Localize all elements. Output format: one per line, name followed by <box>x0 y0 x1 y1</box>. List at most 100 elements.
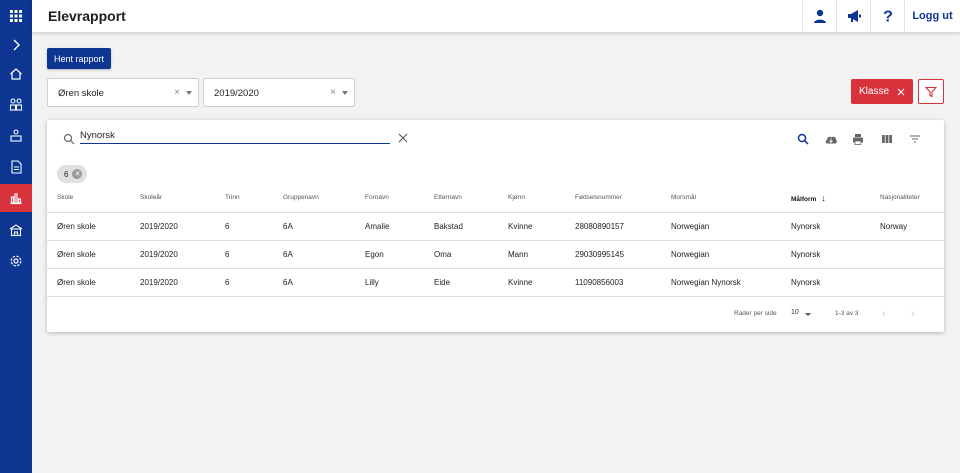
sidebar <box>0 0 32 473</box>
column-header[interactable]: Kjønn <box>498 184 565 213</box>
student-icon[interactable] <box>0 121 32 149</box>
help-icon: ? <box>883 9 893 25</box>
help-button[interactable]: ? <box>870 0 904 32</box>
chart-icon[interactable] <box>0 184 32 212</box>
cell-last-name: Oma <box>424 240 498 269</box>
search-icon <box>63 133 75 145</box>
chevron-down-icon[interactable] <box>186 91 192 95</box>
cell-nationality <box>870 240 944 269</box>
cell-school: Øren skole <box>47 268 130 297</box>
school-select[interactable]: Øren skole × <box>47 78 199 107</box>
rows-per-page-label: Rader per side <box>734 310 777 317</box>
print-icon[interactable] <box>852 133 864 145</box>
rows-per-page-select[interactable]: 10 <box>791 309 799 316</box>
announcements-button[interactable] <box>836 0 870 32</box>
column-header[interactable]: Fødselsnummer <box>565 184 661 213</box>
cell-first-name: Egon <box>355 240 424 269</box>
class-filter-label: Klasse <box>858 86 889 97</box>
cell-ssn: 29030995145 <box>565 240 661 269</box>
search-input[interactable] <box>80 127 390 144</box>
cell-year: 2019/2020 <box>130 212 215 241</box>
clear-search-icon[interactable] <box>398 133 408 143</box>
table-header-row: Skole Skoleår Trinn Gruppenavn Fornavn E… <box>47 184 944 213</box>
fetch-report-button[interactable]: Hent rapport <box>47 48 111 69</box>
cell-nationality <box>870 268 944 297</box>
chevron-down-icon[interactable] <box>342 91 348 95</box>
cell-grade: 6 <box>215 212 273 241</box>
columns-icon[interactable] <box>881 133 893 145</box>
svg-text:?: ? <box>883 9 893 25</box>
students-table: Skole Skoleår Trinn Gruppenavn Fornavn E… <box>47 184 944 297</box>
page-range: 1-3 av 3 <box>835 310 859 317</box>
filter-list-icon[interactable] <box>909 133 921 145</box>
column-header[interactable]: Etternavn <box>424 184 498 213</box>
cell-mother-tongue: Norwegian <box>661 240 781 269</box>
cell-school: Øren skole <box>47 240 130 269</box>
column-header[interactable]: Morsmål <box>661 184 781 213</box>
home-icon[interactable] <box>0 60 32 88</box>
table-row[interactable]: Øren skole 2019/2020 6 6A Egon Oma Mann … <box>47 240 944 269</box>
column-header[interactable]: Skoleår <box>130 184 215 213</box>
column-header-sorted[interactable]: Målform ↓ <box>781 184 870 213</box>
logout-button[interactable]: Logg ut <box>904 0 960 32</box>
logout-label: Logg ut <box>912 10 953 22</box>
cell-first-name: Lilly <box>355 268 424 297</box>
cell-ssn: 11090856003 <box>565 268 661 297</box>
download-icon[interactable] <box>824 133 838 145</box>
cell-mother-tongue: Norwegian <box>661 212 781 241</box>
chevron-down-icon[interactable] <box>805 313 811 316</box>
cell-gender: Mann <box>498 240 565 269</box>
prev-page-icon[interactable]: ‹ <box>882 308 886 320</box>
cell-gender: Kvinne <box>498 268 565 297</box>
clear-year-icon[interactable]: × <box>330 87 336 98</box>
sorted-column-label: Målform <box>791 195 817 203</box>
filter-button[interactable] <box>918 79 944 104</box>
column-header[interactable]: Nasjonaliteter <box>870 184 944 213</box>
filter-chip[interactable]: 6 ✕ <box>57 165 87 183</box>
remove-chip-icon[interactable]: ✕ <box>72 169 83 179</box>
cell-nationality: Norway <box>870 212 944 241</box>
cell-language-form: Nynorsk <box>781 212 870 241</box>
filter-icon <box>925 86 937 97</box>
user-button[interactable] <box>802 0 836 32</box>
cell-mother-tongue: Norwegian Nynorsk <box>661 268 781 297</box>
cell-group: 6A <box>273 240 355 269</box>
next-page-icon[interactable]: › <box>911 308 915 320</box>
column-header[interactable]: Gruppenavn <box>273 184 355 213</box>
filter-chip-label: 6 <box>64 169 69 179</box>
sort-arrow-icon: ↓ <box>821 192 826 203</box>
clear-school-icon[interactable]: × <box>174 87 180 98</box>
cell-ssn: 28080890157 <box>565 212 661 241</box>
cell-year: 2019/2020 <box>130 268 215 297</box>
user-icon <box>813 9 826 23</box>
cell-last-name: Eide <box>424 268 498 297</box>
search-icon[interactable] <box>797 133 809 145</box>
page-title: Elevrapport <box>48 8 126 24</box>
apps-icon[interactable] <box>0 2 32 30</box>
cell-grade: 6 <box>215 268 273 297</box>
column-header[interactable]: Skole <box>47 184 130 213</box>
class-filter-button[interactable]: Klasse <box>851 79 913 104</box>
cell-language-form: Nynorsk <box>781 268 870 297</box>
cell-last-name: Bakstad <box>424 212 498 241</box>
cell-group: 6A <box>273 212 355 241</box>
table-row[interactable]: Øren skole 2019/2020 6 6A Lilly Eide Kvi… <box>47 268 944 297</box>
column-header[interactable]: Trinn <box>215 184 273 213</box>
table-row[interactable]: Øren skole 2019/2020 6 6A Amalie Bakstad… <box>47 212 944 241</box>
year-select[interactable]: 2019/2020 × <box>203 78 355 107</box>
cell-year: 2019/2020 <box>130 240 215 269</box>
column-header[interactable]: Fornavn <box>355 184 424 213</box>
school-icon[interactable] <box>0 216 32 244</box>
cell-school: Øren skole <box>47 212 130 241</box>
settings-icon[interactable] <box>0 247 32 275</box>
expand-icon[interactable] <box>0 31 32 59</box>
cell-first-name: Amalie <box>355 212 424 241</box>
report-card: 6 ✕ Skole Skoleår Trinn Gruppenavn Forna… <box>47 120 944 332</box>
groups-icon[interactable] <box>0 90 32 118</box>
year-select-value: 2019/2020 <box>214 88 259 99</box>
top-header: Elevrapport ? Logg ut <box>32 0 960 33</box>
close-icon[interactable] <box>897 88 905 96</box>
megaphone-icon <box>847 10 861 22</box>
cell-gender: Kvinne <box>498 212 565 241</box>
report-icon[interactable] <box>0 153 32 181</box>
